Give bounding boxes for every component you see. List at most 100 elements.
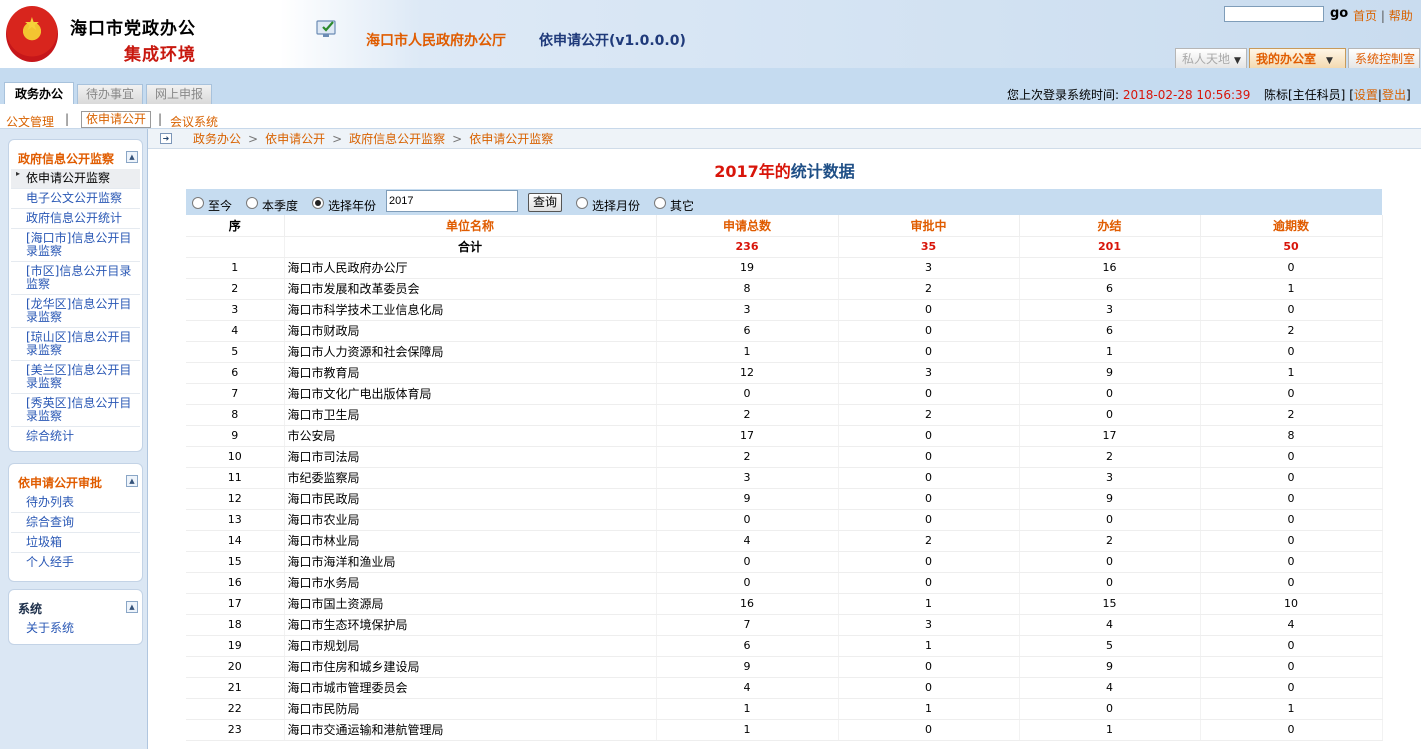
query-button[interactable]: 查询	[528, 193, 562, 212]
row-unit-name: 海口市人力资源和社会保障局	[284, 341, 657, 363]
sidebar-item-edoc-supervision[interactable]: 电子公文公开监察	[11, 189, 140, 209]
breadcrumb-item[interactable]: 依申请公开监察	[469, 132, 553, 146]
row-done: 1	[1019, 719, 1201, 741]
sidebar-item-about-system[interactable]: 关于系统	[11, 619, 140, 638]
sidebar-item-gov-info-stats[interactable]: 政府信息公开统计	[11, 209, 140, 229]
logout-link[interactable]: 登出	[1382, 88, 1406, 102]
panel-title: 政府信息公开监察	[18, 152, 115, 166]
last-login-info: 您上次登录系统时间: 2018-02-28 10:56:39	[1007, 86, 1250, 103]
row-overdue: 8	[1200, 425, 1383, 447]
chevron-down-icon: ▼	[1326, 56, 1333, 66]
row-overdue: 0	[1200, 488, 1383, 510]
settings-link[interactable]: 设置	[1354, 88, 1378, 102]
user-name: 陈标[主任科员]	[1264, 88, 1346, 102]
row-seq: 10	[186, 446, 285, 468]
row-done: 1	[1019, 341, 1201, 363]
app-name: 依申请公开(v1.0.0.0)	[539, 33, 686, 49]
sidebar-panel-apply-approval: 依申请公开审批 ▲ 待办列表 综合查询 垃圾箱 个人经手	[8, 463, 143, 582]
row-total: 17	[656, 425, 839, 447]
sidebar-item-trash[interactable]: 垃圾箱	[11, 533, 140, 553]
row-done: 15	[1019, 593, 1201, 615]
year-input[interactable]	[386, 190, 518, 212]
sub-nav: 公文管理 | 依申请公开 | 会议系统	[0, 104, 1421, 129]
row-seq: 23	[186, 719, 285, 741]
row-pending: 0	[838, 341, 1020, 363]
sidebar-item-longhua-catalog[interactable]: [龙华区]信息公开目录监察	[11, 295, 140, 328]
table-row: 16 海口市水务局 0 0 0 0	[186, 572, 1383, 594]
row-total: 1	[656, 719, 839, 741]
sidebar-item-overall-stats[interactable]: 综合统计	[11, 427, 140, 446]
radio-other[interactable]	[654, 197, 666, 209]
row-seq: 14	[186, 530, 285, 552]
row-total: 7	[656, 614, 839, 636]
table-row: 9 市公安局 17 0 17 8	[186, 425, 1383, 447]
tab-online-report[interactable]: 网上申报	[146, 84, 212, 104]
row-total: 16	[656, 593, 839, 615]
row-done: 5	[1019, 635, 1201, 657]
office-name: 海口市人民政府办公厅	[366, 33, 506, 49]
last-login-label: 您上次登录系统时间:	[1007, 88, 1120, 102]
menu-private-space[interactable]: 私人天地 ▼	[1175, 48, 1247, 69]
row-pending: 0	[838, 551, 1020, 573]
table-row: 4 海口市财政局 6 0 6 2	[186, 320, 1383, 342]
sidebar-item-apply-supervision[interactable]: 依申请公开监察	[11, 167, 140, 189]
subnav-docs[interactable]: 公文管理	[6, 113, 54, 130]
sidebar-item-overall-query[interactable]: 综合查询	[11, 513, 140, 533]
collapse-up-icon[interactable]: ▲	[126, 475, 138, 487]
subnav-meeting[interactable]: 会议系统	[170, 113, 218, 130]
menu-my-office[interactable]: 我的办公室 ▼	[1249, 48, 1346, 69]
row-done: 0	[1019, 572, 1201, 594]
sidebar-item-meilan-catalog[interactable]: [美兰区]信息公开目录监察	[11, 361, 140, 394]
row-seq: 9	[186, 425, 285, 447]
row-pending: 0	[838, 383, 1020, 405]
row-unit-name: 海口市文化广电出版体育局	[284, 383, 657, 405]
menu-system-console[interactable]: 系统控制室	[1348, 48, 1420, 69]
sidebar-item-haikou-catalog[interactable]: [海口市]信息公开目录监察	[11, 229, 140, 262]
collapse-up-icon[interactable]: ▲	[126, 151, 138, 163]
row-overdue: 0	[1200, 635, 1383, 657]
page-title: 2017年的统计数据	[148, 158, 1421, 182]
total-label: 合计	[284, 236, 657, 258]
breadcrumb-item[interactable]: 政务办公	[193, 132, 241, 146]
row-done: 6	[1019, 320, 1201, 342]
tab-todo[interactable]: 待办事宜	[77, 84, 143, 104]
sidebar-item-city-catalog[interactable]: [市区]信息公开目录监察	[11, 262, 140, 295]
table-row: 22 海口市民防局 1 1 0 1	[186, 698, 1383, 720]
sidebar-item-xiuying-catalog[interactable]: [秀英区]信息公开目录监察	[11, 394, 140, 427]
radio-select-month[interactable]	[576, 197, 588, 209]
row-done: 9	[1019, 362, 1201, 384]
radio-to-date[interactable]	[192, 197, 204, 209]
page-title-rest: 统计数据	[790, 162, 855, 181]
radio-select-year[interactable]	[312, 197, 324, 209]
row-total: 1	[656, 698, 839, 720]
breadcrumb-item[interactable]: 依申请公开	[265, 132, 325, 146]
radio-label: 选择月份	[592, 199, 641, 213]
collapse-up-icon[interactable]: ▲	[126, 601, 138, 613]
row-done: 0	[1019, 551, 1201, 573]
row-unit-name: 市纪委监察局	[284, 467, 657, 489]
row-done: 0	[1019, 404, 1201, 426]
row-done: 6	[1019, 278, 1201, 300]
sidebar-item-todo-list[interactable]: 待办列表	[11, 493, 140, 513]
home-link[interactable]: 首页	[1353, 9, 1377, 23]
row-seq: 5	[186, 341, 285, 363]
radio-this-quarter[interactable]	[246, 197, 258, 209]
row-done: 2	[1019, 530, 1201, 552]
row-total: 9	[656, 656, 839, 678]
go-button[interactable]: go	[1330, 6, 1348, 21]
row-unit-name: 海口市林业局	[284, 530, 657, 552]
tab-gov-affairs[interactable]: 政务办公	[4, 82, 74, 104]
row-total: 2	[656, 404, 839, 426]
sidebar-item-qiongshan-catalog[interactable]: [琼山区]信息公开目录监察	[11, 328, 140, 361]
row-seq: 22	[186, 698, 285, 720]
row-seq: 8	[186, 404, 285, 426]
subnav-apply-disclosure[interactable]: 依申请公开	[81, 111, 152, 128]
breadcrumb-item[interactable]: 政府信息公开监察	[349, 132, 445, 146]
help-link[interactable]: 帮助	[1389, 9, 1413, 23]
sidebar-item-personal-handled[interactable]: 个人经手	[11, 553, 140, 572]
radio-label: 选择年份	[328, 199, 377, 213]
row-pending: 0	[838, 572, 1020, 594]
row-done: 4	[1019, 677, 1201, 699]
search-input[interactable]	[1224, 6, 1324, 22]
table-row: 5 海口市人力资源和社会保障局 1 0 1 0	[186, 341, 1383, 363]
